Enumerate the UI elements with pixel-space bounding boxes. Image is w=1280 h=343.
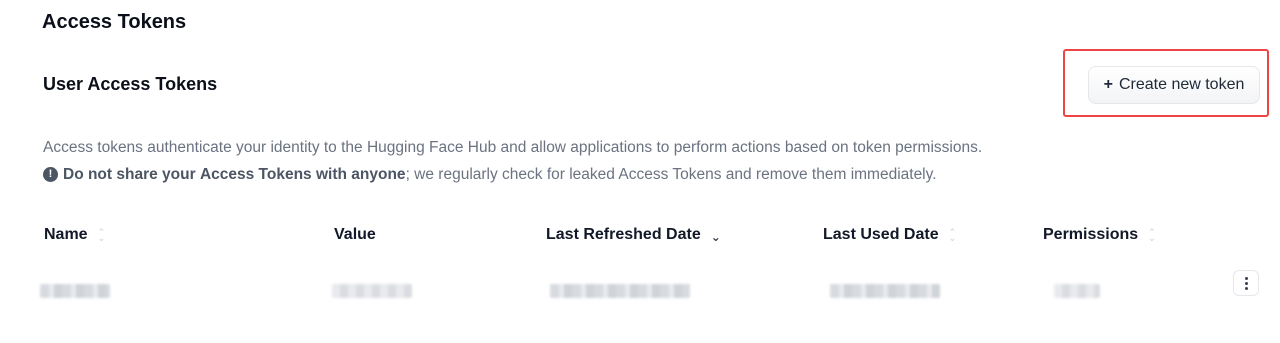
blurred-value-cell	[332, 284, 412, 298]
kebab-menu-icon	[1244, 276, 1248, 291]
column-header-label: Value	[334, 226, 376, 243]
sort-unsorted-icon: ⌃ ⌄	[1148, 227, 1156, 243]
access-tokens-page: Access Tokens User Access Tokens + Creat…	[0, 0, 1280, 343]
exclamation-circle-icon: !	[43, 167, 58, 182]
column-header-label: Name	[44, 226, 88, 243]
column-header-label: Permissions	[1043, 226, 1139, 243]
blurred-last-refreshed-cell	[550, 284, 690, 298]
sort-unsorted-icon: ⌃ ⌄	[948, 227, 957, 243]
warning-bold-term: Access Tokens	[199, 166, 312, 183]
section-title: User Access Tokens	[43, 74, 218, 94]
plus-icon: +	[1103, 76, 1113, 93]
warning-line: ! Do not share your Access Tokens with a…	[43, 161, 982, 188]
warning-bold-prefix: Do not share your	[63, 166, 196, 183]
blurred-name-cell	[40, 284, 110, 298]
create-new-token-button[interactable]: + Create new token	[1088, 66, 1260, 104]
table-row	[40, 258, 1280, 306]
column-header-label: Last Used Date	[823, 226, 939, 243]
create-new-token-label: Create new token	[1118, 76, 1245, 93]
row-menu-button[interactable]	[1233, 270, 1259, 296]
column-header-label: Last Refreshed Date	[546, 226, 701, 243]
sort-unsorted-icon: ⌃ ⌄	[97, 227, 106, 243]
page-title: Access Tokens	[42, 11, 187, 33]
blurred-last-used-cell	[830, 284, 940, 298]
description-line: Access tokens authenticate your identity…	[43, 139, 983, 156]
column-header-permissions[interactable]: Permissions ⌃ ⌄	[1043, 226, 1156, 244]
sort-descending-icon: ⌄	[710, 229, 721, 244]
column-header-last-used[interactable]: Last Used Date ⌃ ⌄	[823, 226, 956, 244]
warning-rest: ; we regularly check for leaked Access T…	[405, 166, 937, 183]
column-header-last-refreshed[interactable]: Last Refreshed Date ⌄	[546, 226, 721, 244]
blurred-permissions-cell	[1054, 284, 1100, 298]
warning-bold-suffix: with anyone	[315, 166, 406, 183]
column-header-value: Value	[334, 226, 376, 244]
column-header-name[interactable]: Name ⌃ ⌄	[44, 226, 105, 244]
description: Access tokens authenticate your identity…	[43, 134, 982, 188]
